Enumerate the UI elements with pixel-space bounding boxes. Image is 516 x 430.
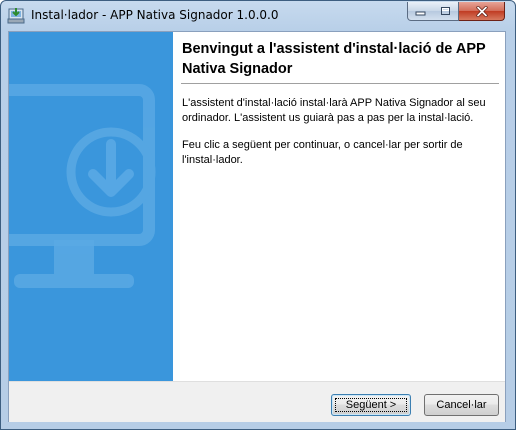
maximize-button[interactable] <box>433 2 459 21</box>
title-divider <box>181 83 499 84</box>
intro-text: L'assistent d'instal·lació instal·larà A… <box>182 97 486 124</box>
maximize-icon <box>441 7 450 15</box>
focus-rectangle <box>335 398 407 412</box>
close-icon <box>475 5 488 17</box>
window-title: Instal·lador - APP Nativa Signador 1.0.0… <box>31 8 279 22</box>
cancel-button-label: Cancel·lar <box>436 399 487 411</box>
instruction-text: Feu clic a següent per continuar, o canc… <box>182 139 463 166</box>
title-bar[interactable]: Instal·lador - APP Nativa Signador 1.0.0… <box>1 1 515 31</box>
installer-window: Instal·lador - APP Nativa Signador 1.0.0… <box>0 0 516 430</box>
next-button[interactable]: Següent > <box>331 394 411 416</box>
page-title: Benvingut a l'assistent d'instal·lació d… <box>182 41 486 77</box>
installer-app-icon <box>7 8 25 24</box>
welcome-panel: Benvingut a l'assistent d'instal·lació d… <box>173 32 505 381</box>
welcome-banner <box>9 32 173 381</box>
minimize-button[interactable] <box>407 2 434 21</box>
cancel-button[interactable]: Cancel·lar <box>424 394 499 416</box>
close-button[interactable] <box>459 2 505 21</box>
installer-content: Benvingut a l'assistent d'instal·lació d… <box>8 31 506 422</box>
minimize-icon <box>415 11 426 15</box>
button-bar: Següent > Cancel·lar <box>9 381 505 422</box>
monitor-download-icon <box>9 84 156 288</box>
